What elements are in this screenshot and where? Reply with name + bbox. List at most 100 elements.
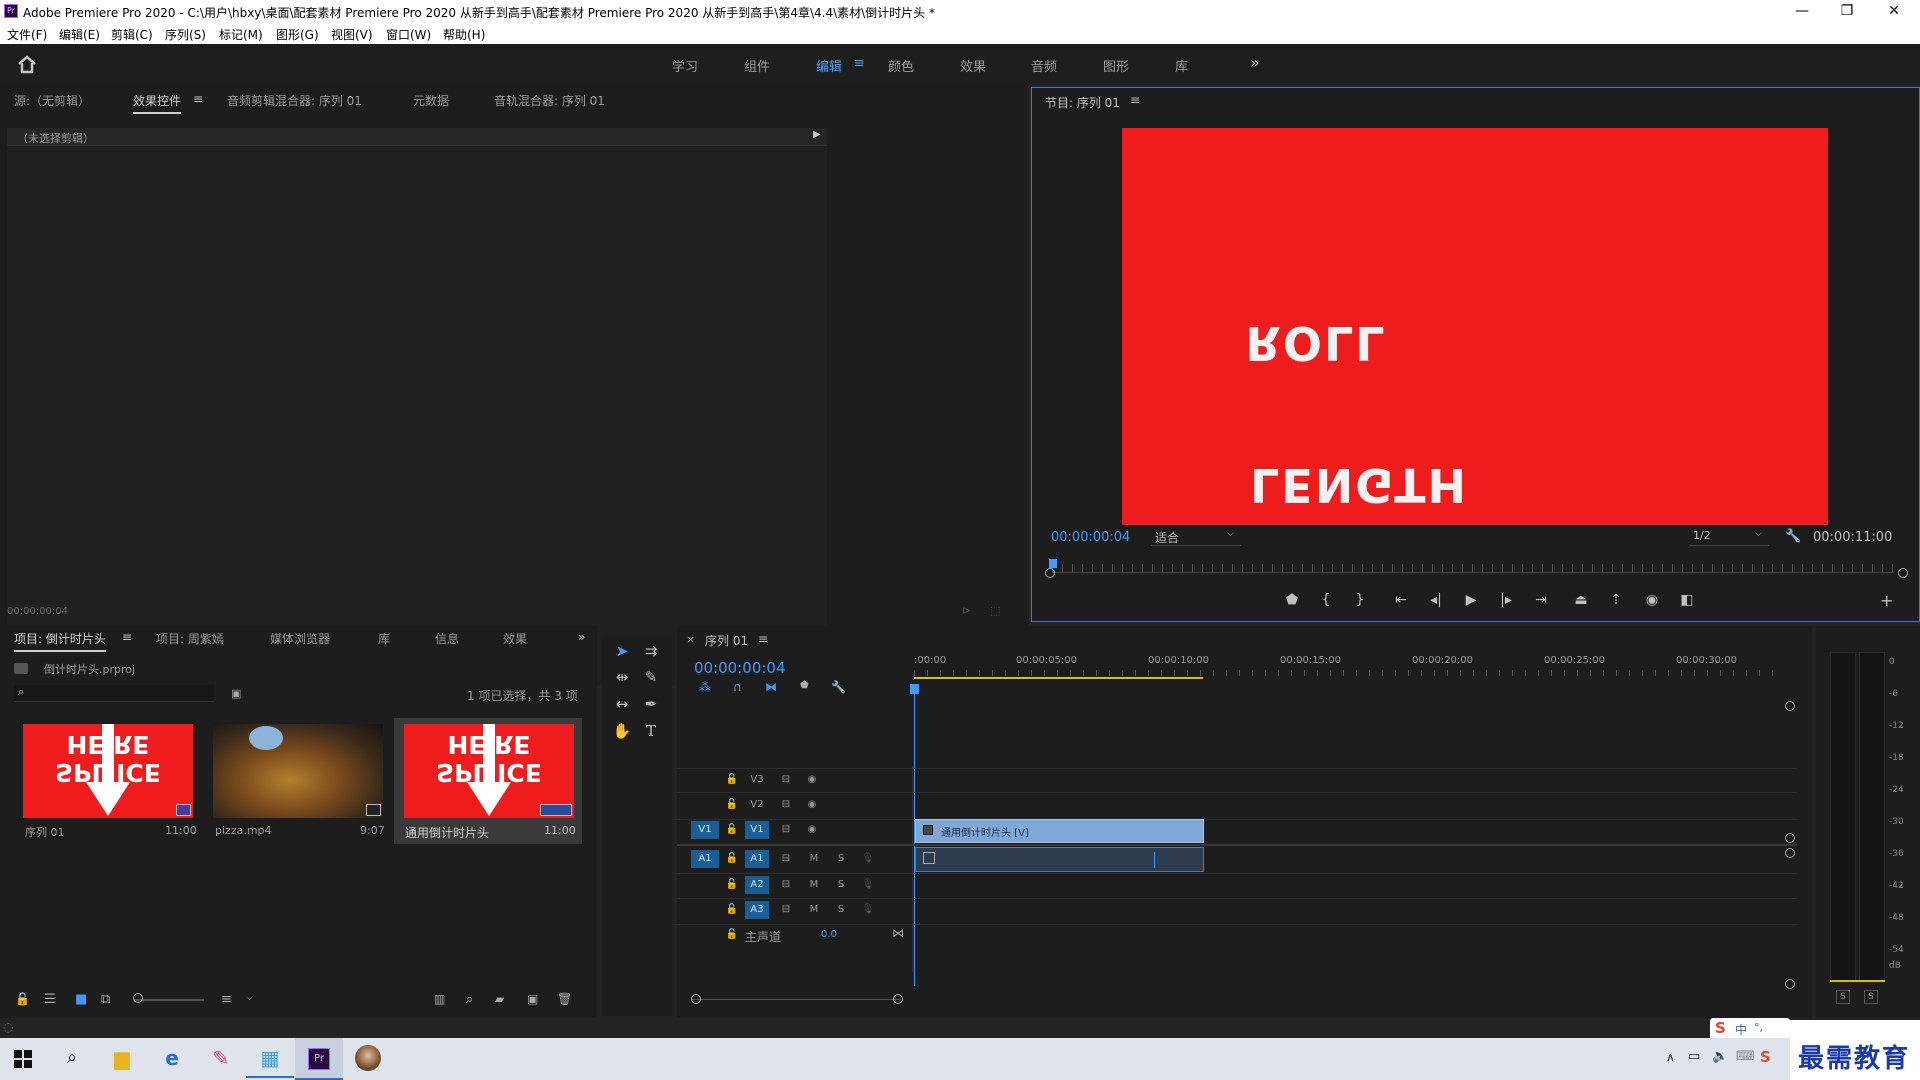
workspace-effects[interactable]: 效果	[960, 56, 986, 75]
lock-track-icon[interactable]: 🔓	[722, 901, 742, 919]
workspace-assembly[interactable]: 组件	[744, 56, 770, 75]
h-scroll-handle-left[interactable]	[691, 994, 701, 1004]
ime-toolbar[interactable]: S 中 °,	[1710, 1018, 1790, 1040]
tab-project-countdown[interactable]: 项目: 倒计时片头	[14, 630, 106, 652]
step-back-icon[interactable]: ◂|	[1424, 592, 1448, 608]
v-scroll-handle-audio[interactable]	[1785, 848, 1795, 858]
tab-libraries[interactable]: 库	[378, 630, 390, 647]
windows-start-icon[interactable]	[14, 1050, 32, 1068]
fit-dropdown[interactable]: 适合 ⌵	[1151, 529, 1241, 546]
menu-window[interactable]: 窗口(W)	[386, 26, 431, 43]
tab-project-zhou[interactable]: 项目: 周紫嫣	[156, 630, 224, 647]
mute-button[interactable]: M	[804, 850, 824, 868]
timeline-settings-icon[interactable]: 🔧	[831, 680, 846, 694]
project-item-pizza[interactable]: pizza.mp4 9:07	[205, 718, 385, 844]
menu-marker[interactable]: 标记(M)	[219, 26, 263, 43]
sync-lock-icon[interactable]: ⊟	[776, 850, 796, 868]
microphone-icon[interactable]: 🎙	[858, 901, 878, 919]
menu-file[interactable]: 文件(F)	[7, 26, 47, 43]
lock-track-icon[interactable]: 🔓	[722, 850, 742, 868]
restore-button[interactable]: ❐	[1825, 0, 1869, 24]
search-icon[interactable]: ⌕	[48, 1038, 96, 1078]
scroll-handle-right[interactable]	[1898, 568, 1908, 578]
extract-icon[interactable]: ⇡	[1604, 592, 1628, 608]
scroll-handle-left[interactable]	[1045, 568, 1055, 578]
meter-solo-right[interactable]: S	[1864, 990, 1878, 1004]
add-button-icon[interactable]: +	[1880, 591, 1893, 610]
v-scroll-handle-top[interactable]	[1785, 701, 1795, 711]
fit-timeline-icon[interactable]: ⋈	[892, 926, 904, 940]
track-name[interactable]: V1	[745, 821, 769, 839]
sort-icon[interactable]: ≡	[221, 992, 232, 1007]
solo-button[interactable]: S	[831, 850, 851, 868]
compare-icon[interactable]: ◧	[1675, 592, 1699, 608]
program-menu-icon[interactable]: ≡	[1130, 93, 1140, 107]
pen-tool-icon[interactable]: ✒	[640, 693, 662, 715]
app-icon[interactable]: ▦	[246, 1038, 294, 1078]
input-icon[interactable]: ⌨	[1736, 1049, 1755, 1064]
workspace-menu-icon[interactable]: ≡	[854, 56, 865, 71]
source-patch-v1[interactable]: V1	[691, 821, 719, 839]
v-scroll-handle-bottom[interactable]	[1785, 979, 1795, 989]
menu-graphics[interactable]: 图形(G)	[276, 26, 319, 43]
list-view-icon[interactable]: ☰	[44, 992, 56, 1007]
icon-view-icon[interactable]: ■	[75, 992, 87, 1007]
lift-icon[interactable]: ⏏	[1569, 592, 1593, 608]
project-item-countdown-leader[interactable]: HE RE SPL ICE 通用倒计时片头 11:00	[394, 718, 582, 844]
eye-icon[interactable]: ◉	[802, 821, 822, 839]
freeform-view-icon[interactable]: ⧉	[101, 992, 110, 1007]
new-bin-search-icon[interactable]: ▣	[231, 687, 241, 700]
file-explorer-icon[interactable]: ▆	[98, 1038, 146, 1078]
microphone-icon[interactable]: 🎙	[858, 876, 878, 894]
menu-edit[interactable]: 编辑(E)	[59, 26, 100, 43]
workspace-more-icon[interactable]: »	[1250, 53, 1260, 72]
menu-clip[interactable]: 剪辑(C)	[111, 26, 153, 43]
project-search-input[interactable]: ⌕	[14, 685, 214, 702]
hand-tool-icon[interactable]: ✋	[611, 720, 633, 742]
new-item-icon[interactable]: ▣	[527, 992, 538, 1006]
timeline-playhead[interactable]	[910, 684, 919, 694]
mute-button[interactable]: M	[804, 901, 824, 919]
lock-track-icon[interactable]: 🔓	[722, 926, 742, 944]
tab-metadata[interactable]: 元数据	[413, 92, 449, 109]
v-scroll-handle-mid[interactable]	[1785, 833, 1795, 843]
track-name[interactable]: A1	[745, 850, 769, 868]
track-name[interactable]: A2	[745, 876, 769, 894]
sync-lock-icon[interactable]: ⊟	[776, 796, 796, 814]
h-scrollbar[interactable]	[691, 999, 901, 1000]
solo-button[interactable]: S	[831, 901, 851, 919]
ripple-edit-tool-icon[interactable]: ⇹	[611, 666, 633, 688]
export-icon[interactable]: ⬚	[990, 604, 1000, 617]
tab-audio-clip-mixer[interactable]: 音频剪辑混合器: 序列 01	[227, 92, 362, 109]
workspace-learn[interactable]: 学习	[672, 56, 698, 75]
mark-in-icon[interactable]: {	[1314, 592, 1338, 608]
network-icon[interactable]: ▭	[1688, 1049, 1700, 1064]
selection-tool-icon[interactable]: ➤	[611, 640, 633, 662]
menu-help[interactable]: 帮助(H)	[443, 26, 485, 43]
menu-sequence[interactable]: 序列(S)	[165, 26, 206, 43]
settings-wrench-icon[interactable]: 🔧	[1785, 529, 1801, 544]
premiere-taskbar-button[interactable]: Pr	[295, 1038, 343, 1080]
program-scrollbar[interactable]	[1052, 572, 1894, 573]
work-area-bar[interactable]	[914, 677, 1203, 679]
eye-icon[interactable]: ◉	[802, 771, 822, 789]
source-patch-a1[interactable]: A1	[691, 850, 719, 868]
close-tab-icon[interactable]: ×	[686, 633, 695, 646]
zoom-slider[interactable]	[134, 999, 204, 1001]
go-to-out-icon[interactable]: ⇥	[1529, 592, 1553, 608]
linked-selection-icon[interactable]: ⧓	[765, 680, 777, 694]
menu-view[interactable]: 视图(V)	[331, 26, 373, 43]
program-playhead[interactable]	[1049, 559, 1057, 568]
tab-media-browser[interactable]: 媒体浏览器	[270, 630, 330, 647]
track-select-tool-icon[interactable]: ⇉	[640, 640, 662, 662]
tab-menu-icon[interactable]: ≡	[122, 630, 132, 644]
volume-icon[interactable]: 🔈	[1712, 1049, 1728, 1064]
export-frame-icon[interactable]: ◉	[1640, 592, 1664, 608]
sogou-tray-icon[interactable]: S	[1760, 1048, 1771, 1066]
paint-icon[interactable]: ✎	[197, 1038, 245, 1078]
razor-tool-icon[interactable]: ✎	[640, 666, 662, 688]
nest-icon[interactable]: ⁂	[699, 680, 711, 694]
sync-lock-icon[interactable]: ⊟	[776, 821, 796, 839]
microphone-icon[interactable]: 🎙	[858, 850, 878, 868]
filter-icon[interactable]: ⊳	[962, 604, 971, 617]
